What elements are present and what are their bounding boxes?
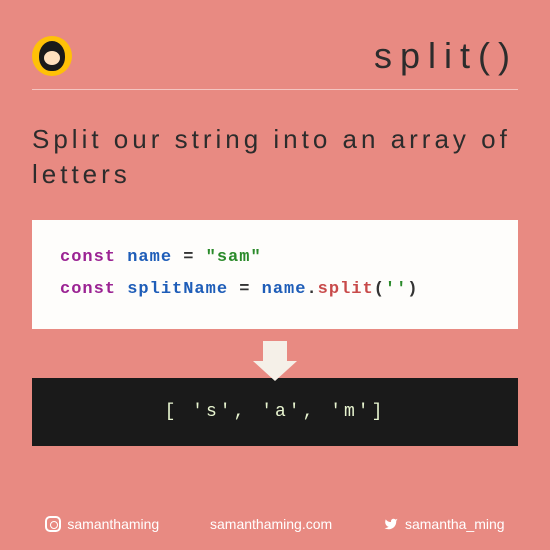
code-input-box: const name = "sam" const splitName = nam… xyxy=(32,220,518,329)
keyword-const: const xyxy=(60,248,116,267)
output-array: [ 's', 'a', 'm'] xyxy=(165,402,386,422)
subtitle: Split our string into an array of letter… xyxy=(32,122,518,192)
page-title: split() xyxy=(374,35,518,77)
arrow-down-icon xyxy=(32,341,518,366)
code-line-1: const name = "sam" xyxy=(60,242,490,274)
operator-assign: = xyxy=(239,280,250,299)
avatar xyxy=(32,36,72,76)
footer: samanthaming samanthaming.com samantha_m… xyxy=(0,516,550,532)
paren-open: ( xyxy=(374,280,385,299)
instagram-icon xyxy=(45,516,61,532)
empty-string-arg: '' xyxy=(385,280,407,299)
footer-website: samanthaming.com xyxy=(210,516,332,532)
method-split: split xyxy=(318,280,374,299)
code-output-box: [ 's', 'a', 'm'] xyxy=(32,378,518,446)
paren-close: ) xyxy=(407,280,418,299)
header: split() xyxy=(32,35,518,90)
twitter-handle: samantha_ming xyxy=(405,516,505,532)
string-literal: "sam" xyxy=(206,248,262,267)
twitter-icon xyxy=(383,517,399,531)
var-name: name xyxy=(127,248,172,267)
instagram-handle: samanthaming xyxy=(67,516,159,532)
var-splitname: splitName xyxy=(127,280,228,299)
code-line-2: const splitName = name.split('') xyxy=(60,274,490,306)
website-url: samanthaming.com xyxy=(210,516,332,532)
dot-operator: . xyxy=(306,280,317,299)
keyword-const: const xyxy=(60,280,116,299)
operator-assign: = xyxy=(183,248,194,267)
footer-instagram: samanthaming xyxy=(45,516,159,532)
footer-twitter: samantha_ming xyxy=(383,516,505,532)
var-ref-name: name xyxy=(262,280,307,299)
